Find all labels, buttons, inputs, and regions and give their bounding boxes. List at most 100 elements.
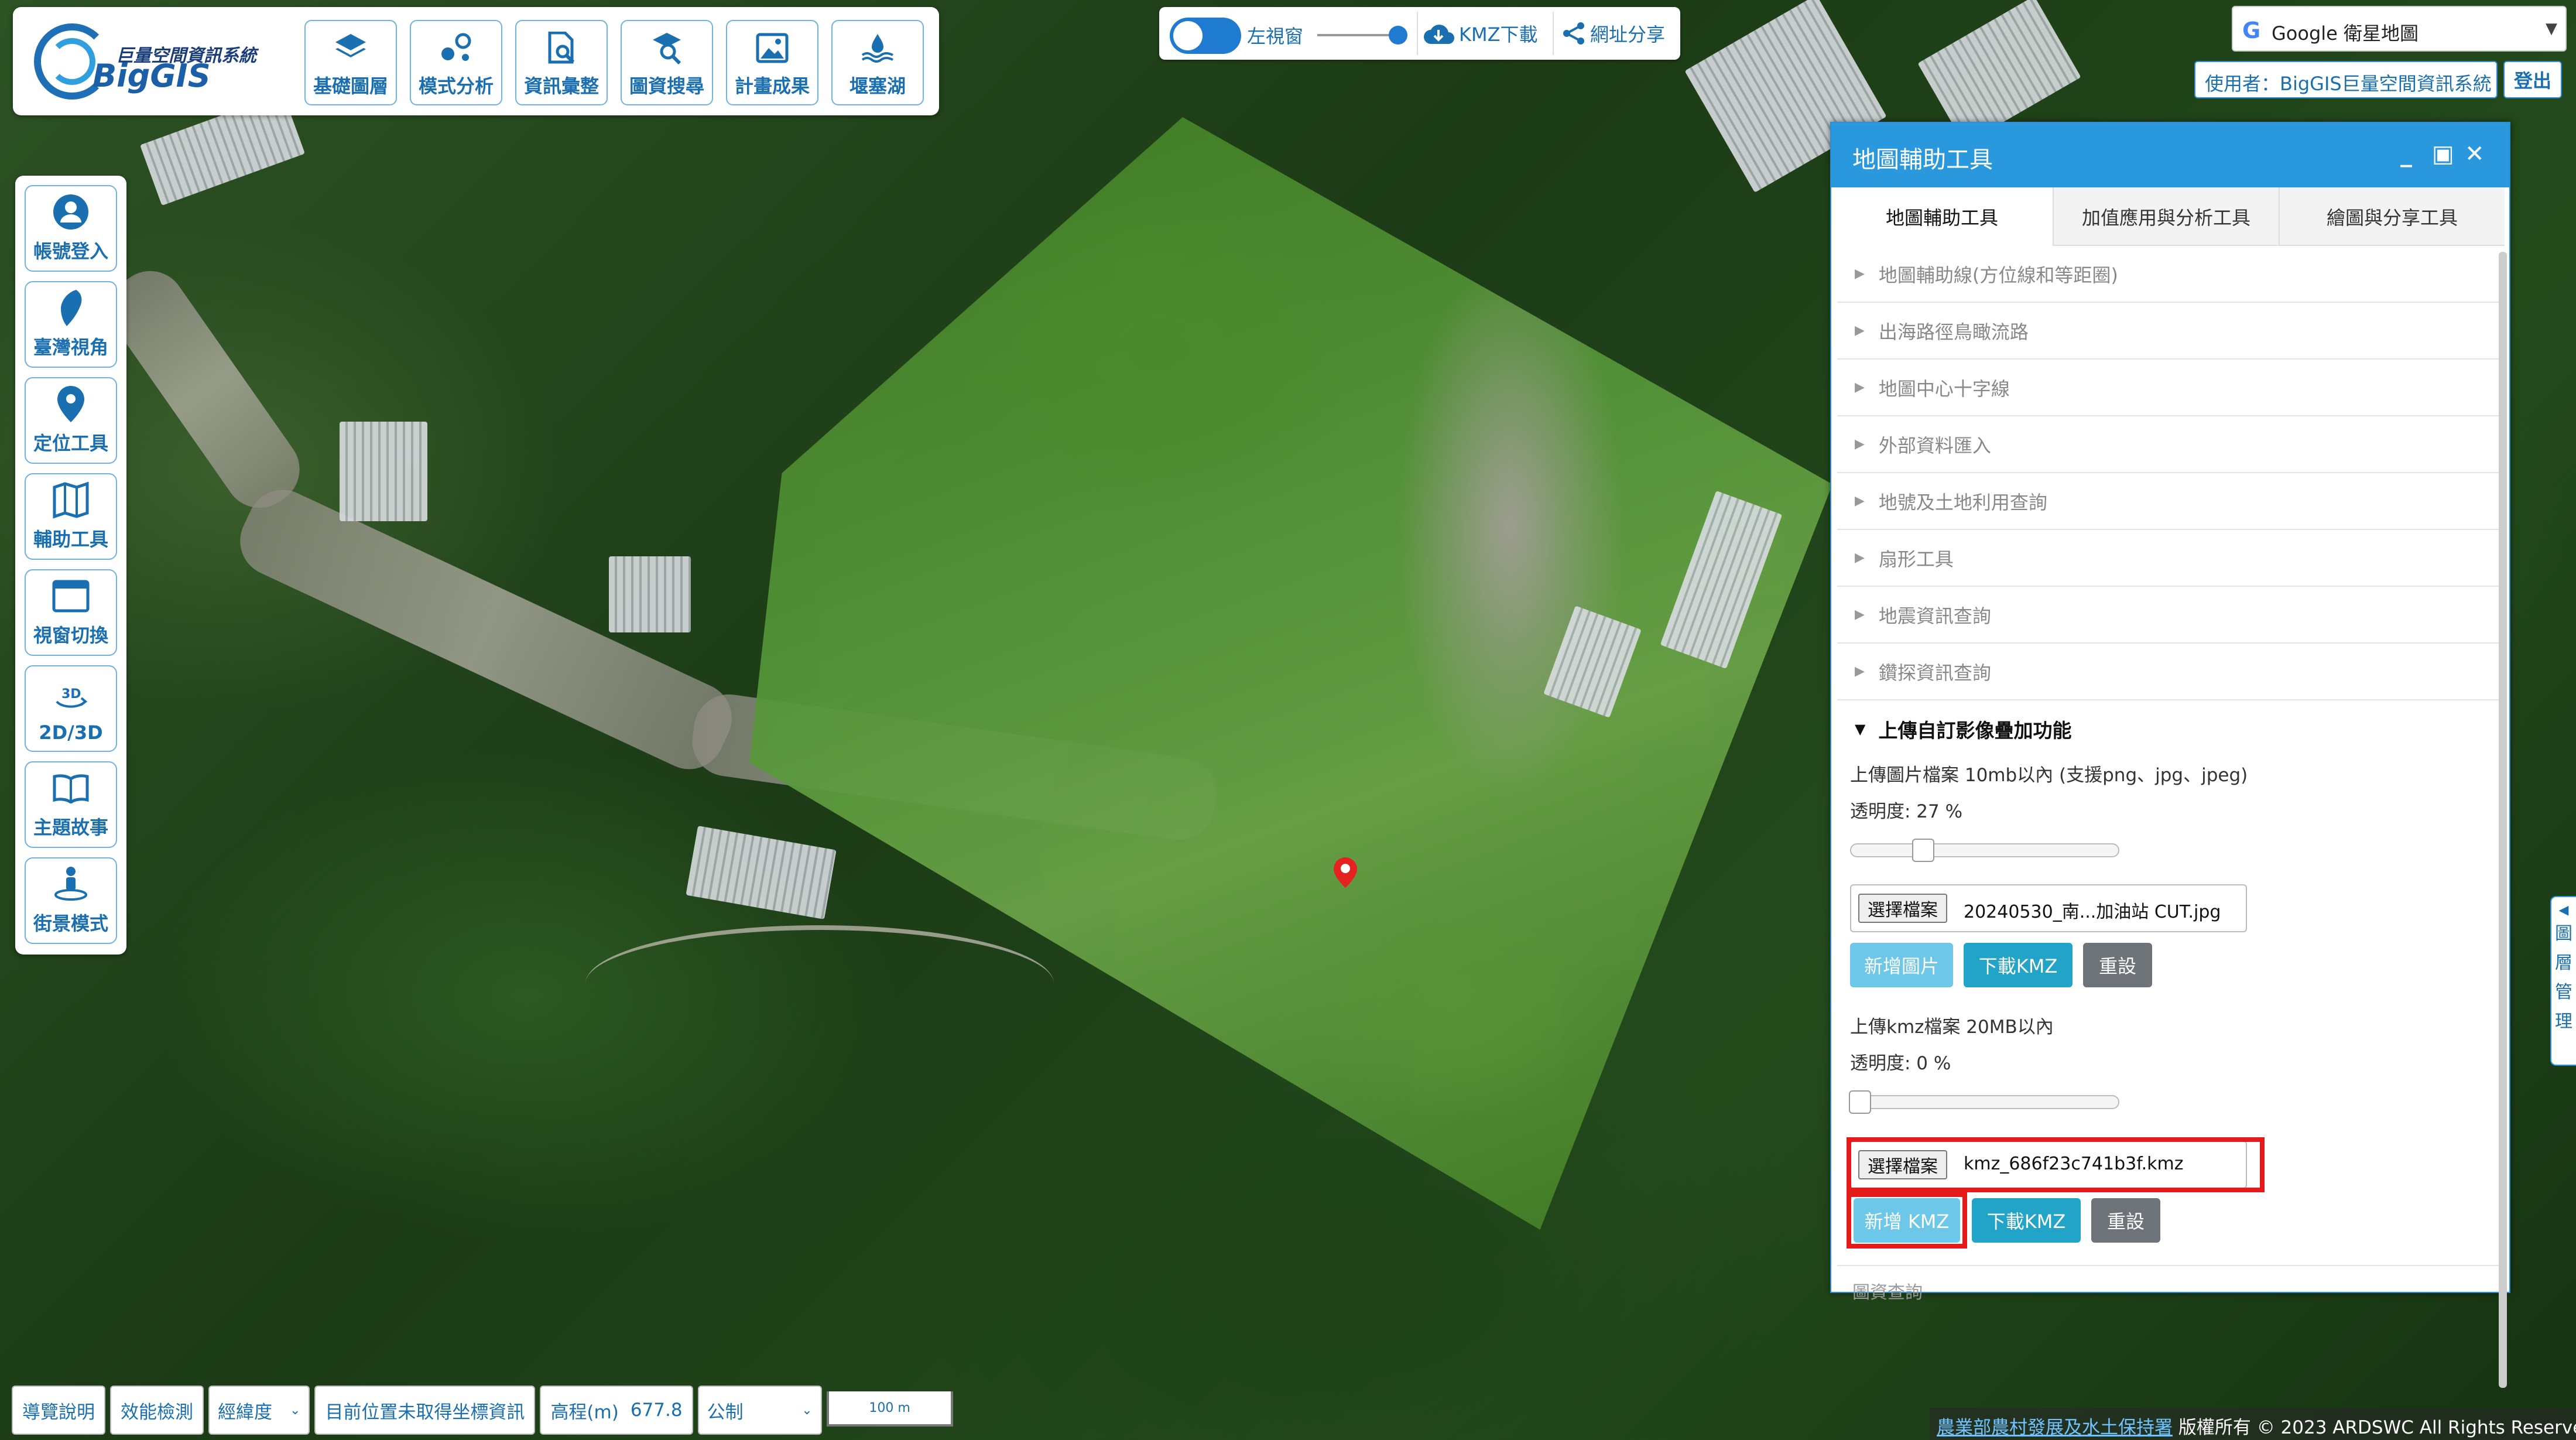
button-label: 堰塞湖 — [849, 75, 906, 97]
maximize-icon[interactable]: ▣ — [2432, 141, 2454, 167]
tab-map-assist[interactable]: 地圖輔助工具 — [1831, 187, 2054, 246]
divider — [1837, 1265, 2499, 1266]
user-label: 使用者：BigGIS巨量空間資訊系統 — [2194, 61, 2498, 98]
sidebar-item-theme-story[interactable]: 主題故事 — [25, 761, 117, 848]
biggis-logo[interactable]: 巨量空間資訊系統 BigGIS — [28, 18, 286, 105]
sidebar-item-street-view[interactable]: 街景模式 — [25, 857, 117, 944]
svg-text:3D: 3D — [61, 687, 81, 702]
accordion-label: 上傳自訂影像疊加功能 — [1878, 719, 2072, 742]
accordion-label: 鑽探資訊查詢 — [1878, 661, 1991, 684]
sidebar-item-login[interactable]: 帳號登入 — [25, 185, 117, 272]
user-icon — [52, 193, 90, 231]
tab-drawing-share[interactable]: 繪圖與分享工具 — [2280, 187, 2505, 246]
base-layers-button[interactable]: 基礎圖層 — [304, 20, 397, 105]
sidebar-item-2d-3d[interactable]: 3D 2D/3D — [25, 665, 117, 752]
panel-header[interactable]: 地圖輔助工具 _ ▣ ✕ — [1831, 123, 2509, 187]
bottom-status-bar: 導覽說明 效能檢測 經緯度 ⌄ 目前位置未取得坐標資訊 高程(m) 677.8 … — [12, 1386, 953, 1435]
window-slider-handle[interactable] — [1389, 26, 1407, 45]
cloud-download-icon — [1424, 25, 1454, 44]
caret-right-icon: ▶ — [1855, 664, 1865, 679]
kmz-upload-hint: 上傳kmz檔案 20MB以內 — [1850, 1017, 2054, 1038]
sidebar-item-assist-tools[interactable]: 輔助工具 — [25, 473, 117, 560]
layer-management-tab[interactable]: ◀ 圖 層 管 理 — [2550, 896, 2576, 1066]
add-image-button[interactable]: 新增圖片 — [1850, 943, 1953, 987]
url-share-button[interactable]: 網址分享 — [1562, 20, 1665, 47]
location-pin-icon — [52, 385, 90, 423]
image-file-input[interactable]: 選擇檔案 20240530_南...加油站 CUT.jpg — [1850, 884, 2247, 932]
barrier-lake-button[interactable]: 堰塞湖 — [831, 20, 924, 105]
reset-button[interactable]: 重設 — [2091, 1198, 2160, 1243]
guide-button[interactable]: 導覽說明 — [12, 1386, 105, 1435]
caret-right-icon: ▶ — [1855, 380, 1865, 395]
tool-accordion: ▶ 地圖輔助線(方位線和等距圈) ▶ 出海路徑鳥瞰流路 ▶ 地圖中心十字線 ▶ 外部資料… — [1837, 246, 2499, 757]
window-slider-track[interactable] — [1317, 34, 1399, 36]
accordion-label: 地圖中心十字線 — [1878, 377, 2010, 400]
layer-tab-char: 管 — [2555, 982, 2572, 1003]
elevation-readout: 高程(m) 677.8 — [540, 1386, 693, 1435]
accordion-label: 地圖輔助線(方位線和等距圈) — [1878, 264, 2118, 286]
cursor-position-readout: 目前位置未取得坐標資訊 — [314, 1386, 536, 1435]
button-label: 計畫成果 — [734, 75, 810, 97]
sidebar-item-window-switch[interactable]: 視窗切換 — [25, 569, 117, 656]
accordion-item[interactable]: ▶ 地圖中心十字線 — [1837, 360, 2499, 416]
river-bed — [96, 257, 314, 522]
download-kmz-button[interactable]: 下載KMZ — [1964, 943, 2073, 987]
coordinate-type-select[interactable]: 經緯度 ⌄ — [208, 1386, 310, 1435]
kmz-opacity-slider[interactable] — [1849, 1090, 2119, 1114]
sidebar-item-locate[interactable]: 定位工具 — [25, 377, 117, 464]
reset-button[interactable]: 重設 — [2083, 943, 2152, 987]
choose-file-button[interactable]: 選擇檔案 — [1858, 894, 1947, 923]
left-window-toggle[interactable] — [1170, 18, 1241, 54]
kmz-opacity-label: 透明度: 0 % — [1850, 1053, 1951, 1074]
accordion-label: 外部資料匯入 — [1878, 434, 1991, 457]
panel-tabs: 地圖輔助工具 加值應用與分析工具 繪圖與分享工具 — [1831, 187, 2505, 246]
accordion-label: 地號及土地利用查詢 — [1878, 491, 2047, 514]
location-marker-icon[interactable] — [1334, 857, 1357, 888]
map-search-button[interactable]: 圖資搜尋 — [621, 20, 713, 105]
layers-icon — [333, 32, 368, 64]
close-icon[interactable]: ✕ — [2465, 141, 2485, 167]
selected-file-name: 20240530_南...加油站 CUT.jpg — [1964, 902, 2221, 922]
tab-value-added-analysis[interactable]: 加值應用與分析工具 — [2054, 187, 2280, 246]
sidebar-item-taiwan-view[interactable]: 臺灣視角 — [25, 281, 117, 368]
accordion-item[interactable]: ▶ 地圖輔助線(方位線和等距圈) — [1837, 246, 2499, 303]
copyright-text: 版權所有 © 2023 ARDSWC All Rights Reserved. — [2173, 1417, 2576, 1438]
button-label: 圖資搜尋 — [629, 75, 704, 97]
logout-button[interactable]: 登出 — [2503, 61, 2562, 98]
accordion-item[interactable]: ▶ 外部資料匯入 — [1837, 416, 2499, 473]
basemap-selected-value: Google 衛星地圖 — [2272, 22, 2419, 45]
basemap-select[interactable]: G Google 衛星地圖 ▼ — [2232, 6, 2567, 52]
accordion-label: 出海路徑鳥瞰流路 — [1878, 320, 2029, 343]
accordion-item[interactable]: ▶ 地震資訊查詢 — [1837, 587, 2499, 644]
google-icon: G — [2242, 18, 2261, 43]
accordion-item-open[interactable]: ▼ 上傳自訂影像疊加功能 — [1837, 700, 2499, 757]
slider-thumb[interactable] — [1912, 839, 1934, 862]
caret-right-icon: ▶ — [1855, 607, 1865, 622]
left-sidebar: 帳號登入 臺灣視角 定位工具 輔助工具 視窗切換 3D 2D/3D 主題故事 街… — [15, 176, 126, 955]
map-search-icon — [649, 32, 684, 64]
unit-select[interactable]: 公制 ⌄ — [697, 1386, 822, 1435]
slider-thumb[interactable] — [1849, 1090, 1871, 1114]
view-control-bar: 左視窗 KMZ下載 網址分享 — [1159, 7, 1680, 60]
model-analysis-button[interactable]: 模式分析 — [410, 20, 502, 105]
accordion-item[interactable]: ▶ 出海路徑鳥瞰流路 — [1837, 303, 2499, 360]
custom-image-overlay — [749, 117, 1832, 1230]
performance-check-button[interactable]: 效能檢測 — [110, 1386, 204, 1435]
panel-scrollbar[interactable] — [2499, 252, 2507, 1388]
street-view-icon — [52, 866, 90, 903]
accordion-item[interactable]: ▶ 地號及土地利用查詢 — [1837, 473, 2499, 530]
share-icon — [1563, 22, 1584, 45]
copyright-notice: 農業部農村發展及水土保持署 版權所有 © 2023 ARDSWC All Rig… — [1930, 1408, 2576, 1440]
download-kmz-button[interactable]: 下載KMZ — [1972, 1198, 2081, 1243]
project-results-button[interactable]: 計畫成果 — [726, 20, 818, 105]
image-opacity-slider[interactable] — [1850, 839, 2119, 862]
info-summary-button[interactable]: 資訊彙整 — [515, 20, 608, 105]
agency-link[interactable]: 農業部農村發展及水土保持署 — [1937, 1417, 2173, 1438]
kmz-download-button[interactable]: KMZ下載 — [1423, 20, 1538, 47]
accordion-item[interactable]: ▶ 鑽探資訊查詢 — [1837, 644, 2499, 700]
taiwan-icon — [52, 289, 90, 327]
minimize-icon[interactable]: _ — [2400, 141, 2412, 167]
accordion-item-partial[interactable]: 圖資查詢 — [1852, 1278, 1923, 1304]
toggle-knob — [1173, 21, 1203, 50]
accordion-item[interactable]: ▶ 扇形工具 — [1837, 530, 2499, 587]
